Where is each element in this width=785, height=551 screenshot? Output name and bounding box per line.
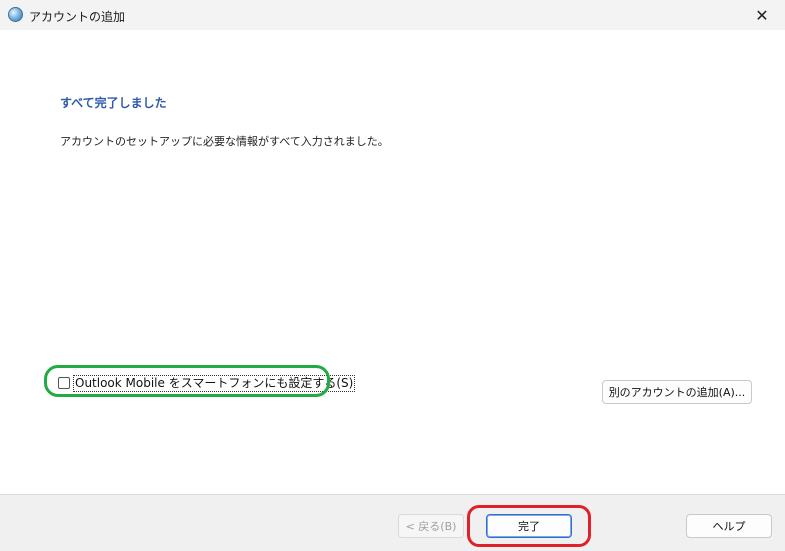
highlight-oval-finish <box>467 505 591 547</box>
close-icon: ✕ <box>755 5 769 25</box>
help-button[interactable]: ヘルプ <box>686 514 772 538</box>
back-button[interactable]: < 戻る(B) <box>398 514 464 538</box>
page-description: アカウントのセットアップに必要な情報がすべて入力されました。 <box>60 135 389 148</box>
add-another-account-button[interactable]: 別のアカウントの追加(A)... <box>602 380 752 404</box>
footer-bar <box>0 494 785 551</box>
close-button[interactable]: ✕ <box>739 0 785 30</box>
window-title: アカウントの追加 <box>29 10 126 24</box>
title-bar: アカウントの追加 ✕ <box>0 0 785 30</box>
globe-icon <box>8 7 23 22</box>
highlight-oval-checkbox <box>44 365 330 397</box>
page-heading: すべて完了しました <box>60 96 167 110</box>
